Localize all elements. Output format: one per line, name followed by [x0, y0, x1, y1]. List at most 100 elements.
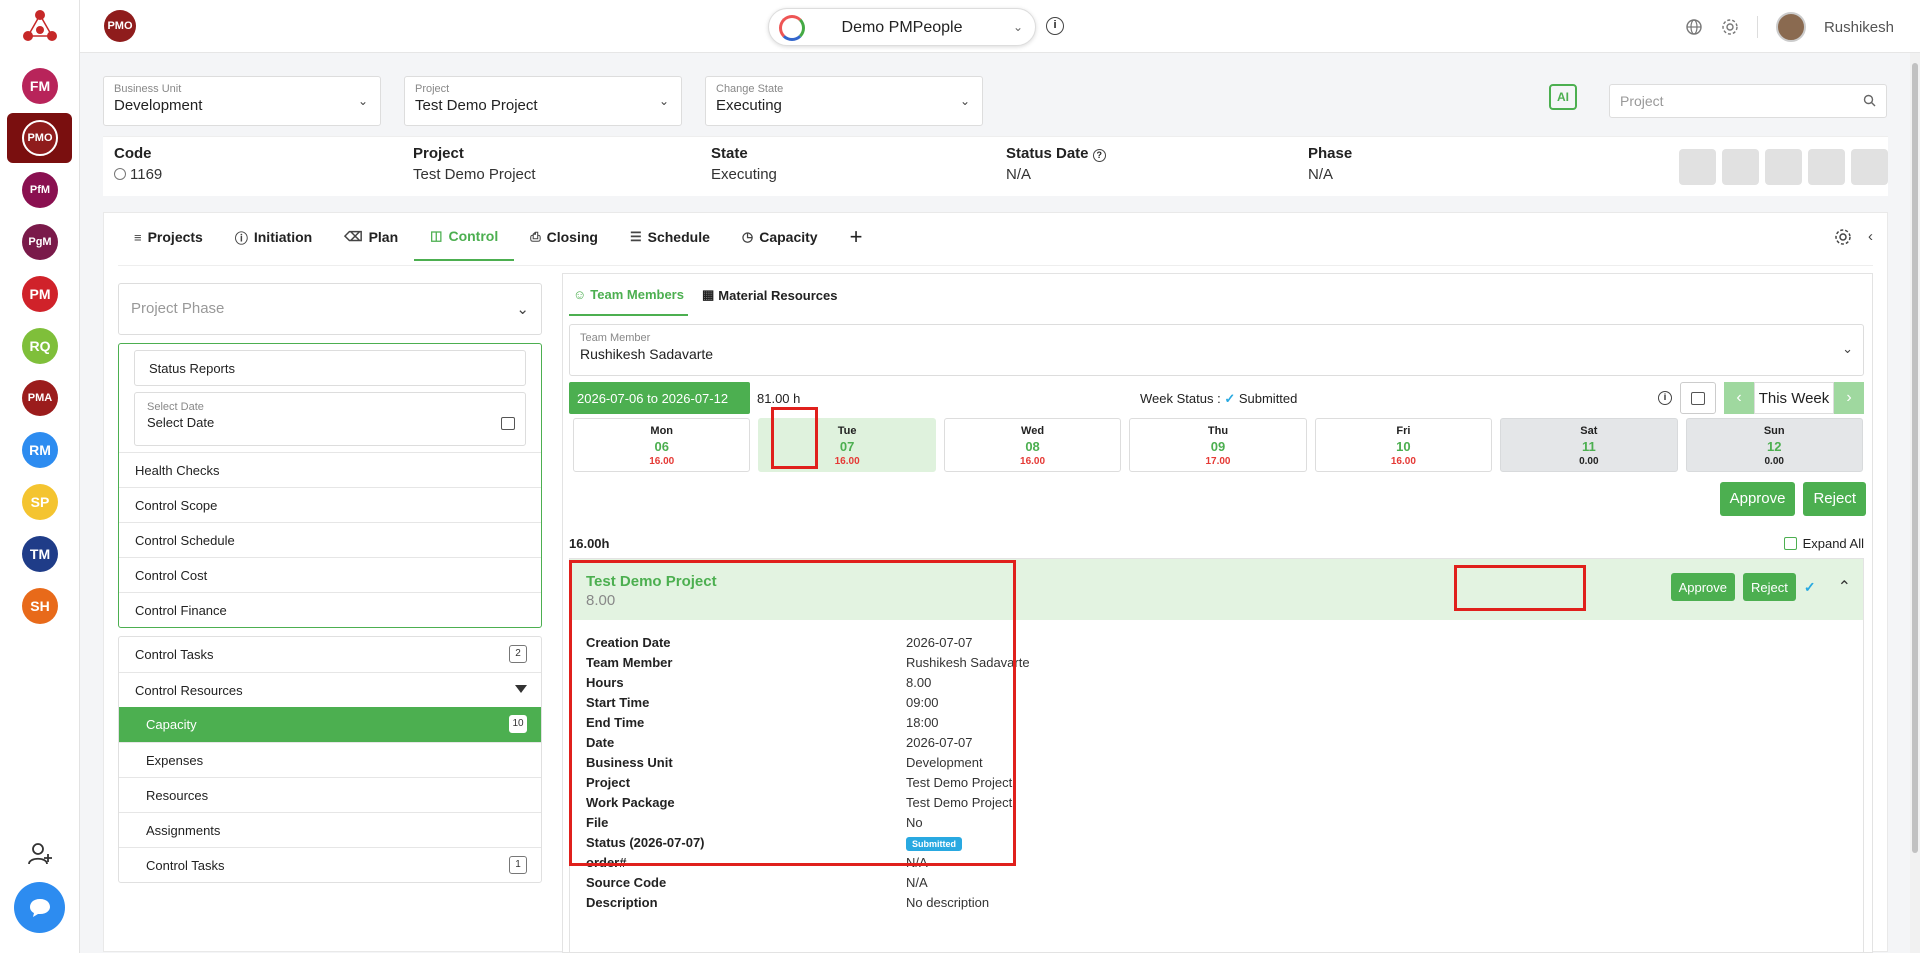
- chevron-up-icon[interactable]: ⌃: [1838, 577, 1851, 597]
- week-range-button[interactable]: 2026-07-06 to 2026-07-12: [569, 382, 750, 414]
- control-menu-item[interactable]: Control Finance: [119, 592, 541, 627]
- tab-plan[interactable]: ⌫ Plan: [328, 213, 414, 261]
- module-pma[interactable]: PMA: [22, 380, 58, 416]
- resources-menu-item[interactable]: Control Tasks 1: [119, 847, 541, 882]
- field-value: Rushikesh Sadavarte: [580, 346, 714, 362]
- chat-button[interactable]: [14, 882, 65, 933]
- tab-label: Control: [448, 228, 499, 244]
- list-button[interactable]: [1765, 149, 1802, 185]
- reject-week-button[interactable]: Reject: [1803, 482, 1866, 516]
- control-menu-item[interactable]: Control Scope: [119, 487, 541, 522]
- module-rm[interactable]: RM: [22, 432, 58, 468]
- info-icon[interactable]: i: [1046, 17, 1064, 35]
- module-rq[interactable]: RQ: [22, 328, 58, 364]
- change-state-select[interactable]: Change State Executing ⌄: [705, 76, 983, 126]
- resources-menu-item[interactable]: Capacity 10: [119, 707, 541, 742]
- checkbox[interactable]: [1783, 537, 1797, 550]
- day-cell[interactable]: Fri 10 16.00: [1314, 418, 1493, 472]
- tab-initiation[interactable]: ⓘ Initiation: [219, 213, 328, 261]
- module-sp[interactable]: SP: [22, 484, 58, 520]
- select-date-input[interactable]: Select Date Select Date: [134, 392, 526, 446]
- week-navigation: ‹ This Week ›: [1724, 382, 1864, 414]
- reject-entry-button[interactable]: Reject: [1743, 573, 1796, 601]
- field-value: Test Demo Project: [415, 97, 538, 114]
- field-label: Business Unit: [114, 83, 182, 95]
- scrollbar-thumb[interactable]: [1912, 63, 1918, 853]
- tab-closing[interactable]: ⎙ Closing: [514, 213, 614, 261]
- resources-menu-item[interactable]: Expenses: [119, 742, 541, 777]
- module-sh[interactable]: SH: [22, 588, 58, 624]
- approve-entry-button[interactable]: Approve: [1670, 573, 1735, 601]
- resources-menu-item[interactable]: Assignments: [119, 812, 541, 847]
- team-member-select[interactable]: Team Member Rushikesh Sadavarte ⌄: [569, 324, 1864, 376]
- control-menu-item[interactable]: Control Schedule: [119, 522, 541, 557]
- business-unit-select[interactable]: Business Unit Development ⌄: [103, 76, 381, 126]
- resources-menu-item[interactable]: Resources: [119, 777, 541, 812]
- tab-schedule[interactable]: ☰ Schedule: [614, 213, 726, 261]
- radio-icon[interactable]: [114, 168, 126, 180]
- next-week-button[interactable]: ›: [1834, 382, 1864, 414]
- control-resources-item[interactable]: Control Resources: [119, 672, 541, 707]
- project-phase-select[interactable]: Project Phase ⌄: [118, 283, 542, 335]
- tab-projects[interactable]: ≡ Projects: [118, 213, 219, 261]
- day-hours: 17.00: [1205, 456, 1231, 467]
- module-tm[interactable]: TM: [22, 536, 58, 572]
- menu-label: Expenses: [146, 753, 204, 768]
- tab-label: Schedule: [647, 229, 710, 245]
- module-badge[interactable]: PMO: [104, 10, 136, 42]
- menu-label: Assignments: [146, 823, 221, 838]
- tenant-selector[interactable]: Demo PMPeople ⌄: [768, 8, 1036, 46]
- day-cell[interactable]: Thu 09 17.00: [1129, 418, 1307, 472]
- module-pgm[interactable]: PgM: [22, 224, 58, 260]
- control-menu-item[interactable]: Health Checks: [119, 452, 541, 487]
- tab-bar: ≡ Projects ⓘ Initiation ⌫ Plan ◫ Control ⎙ Cl…: [118, 213, 878, 265]
- tab-capacity[interactable]: ◷ Capacity: [726, 213, 834, 261]
- gear-icon[interactable]: [1721, 18, 1739, 36]
- module-pfm[interactable]: PfM: [22, 172, 58, 208]
- day-name: Thu: [1207, 425, 1229, 437]
- tab-label: Team Members: [590, 286, 684, 302]
- tab-team-members[interactable]: ☺ Team Members: [569, 274, 688, 316]
- day-cell[interactable]: Sat 11 0.00: [1500, 418, 1678, 472]
- week-nav: i ‹ This Week ›: [1658, 382, 1864, 414]
- day-cell[interactable]: Mon 06 16.00: [573, 418, 751, 472]
- briefcase-button[interactable]: [1851, 149, 1888, 185]
- day-cell[interactable]: Sun 12 0.00: [1685, 418, 1863, 472]
- module-fm[interactable]: FM: [22, 68, 58, 104]
- week-days: Mon 06 16.00 Tue 07 16.00 Wed 08 16.00 Thu 09 17.00…: [573, 418, 1863, 472]
- add-tab-icon[interactable]: +: [834, 213, 879, 261]
- help-icon[interactable]: ?: [1092, 149, 1106, 162]
- tab-material-resources[interactable]: ▦ Material Resources: [698, 274, 842, 316]
- scrollbar[interactable]: [1910, 53, 1920, 953]
- this-week-button[interactable]: This Week: [1754, 382, 1834, 414]
- calendar-button[interactable]: [1680, 382, 1716, 414]
- project-select[interactable]: Project Test Demo Project ⌄: [404, 76, 682, 126]
- comment-button[interactable]: [1679, 149, 1716, 185]
- control-menu-item[interactable]: Control Cost: [119, 557, 541, 592]
- folder-button[interactable]: [1722, 149, 1759, 185]
- calendar-icon[interactable]: [501, 417, 515, 430]
- app-logo[interactable]: [18, 6, 62, 50]
- day-cell[interactable]: Wed 08 16.00: [943, 418, 1122, 472]
- prev-week-button[interactable]: ‹: [1724, 382, 1754, 414]
- search-input[interactable]: Project: [1609, 84, 1887, 118]
- expand-all-toggle[interactable]: Expand All: [1783, 536, 1864, 551]
- search-icon[interactable]: [1863, 94, 1876, 107]
- field-value: Executing: [716, 97, 782, 114]
- module-pmo[interactable]: PMO: [22, 120, 58, 156]
- module-pm[interactable]: PM: [22, 276, 58, 312]
- status-reports-item[interactable]: Status Reports: [134, 350, 526, 386]
- day-hours: 16.00h: [569, 536, 610, 551]
- ai-assistant-icon[interactable]: AI: [1549, 84, 1577, 110]
- gear-icon[interactable]: [1834, 228, 1852, 246]
- tab-control[interactable]: ◫ Control: [414, 213, 515, 261]
- avatar[interactable]: [1775, 12, 1806, 42]
- control-tasks-item[interactable]: Control Tasks 2: [119, 637, 541, 672]
- user-name[interactable]: Rushikesh: [1824, 19, 1894, 36]
- chevron-left-icon[interactable]: ‹: [1868, 228, 1873, 246]
- add-user-icon[interactable]: [26, 840, 54, 868]
- hierarchy-button[interactable]: [1808, 149, 1845, 185]
- approve-week-button[interactable]: Approve: [1719, 482, 1796, 516]
- info-icon[interactable]: i: [1658, 391, 1672, 405]
- globe-icon[interactable]: [1685, 18, 1703, 36]
